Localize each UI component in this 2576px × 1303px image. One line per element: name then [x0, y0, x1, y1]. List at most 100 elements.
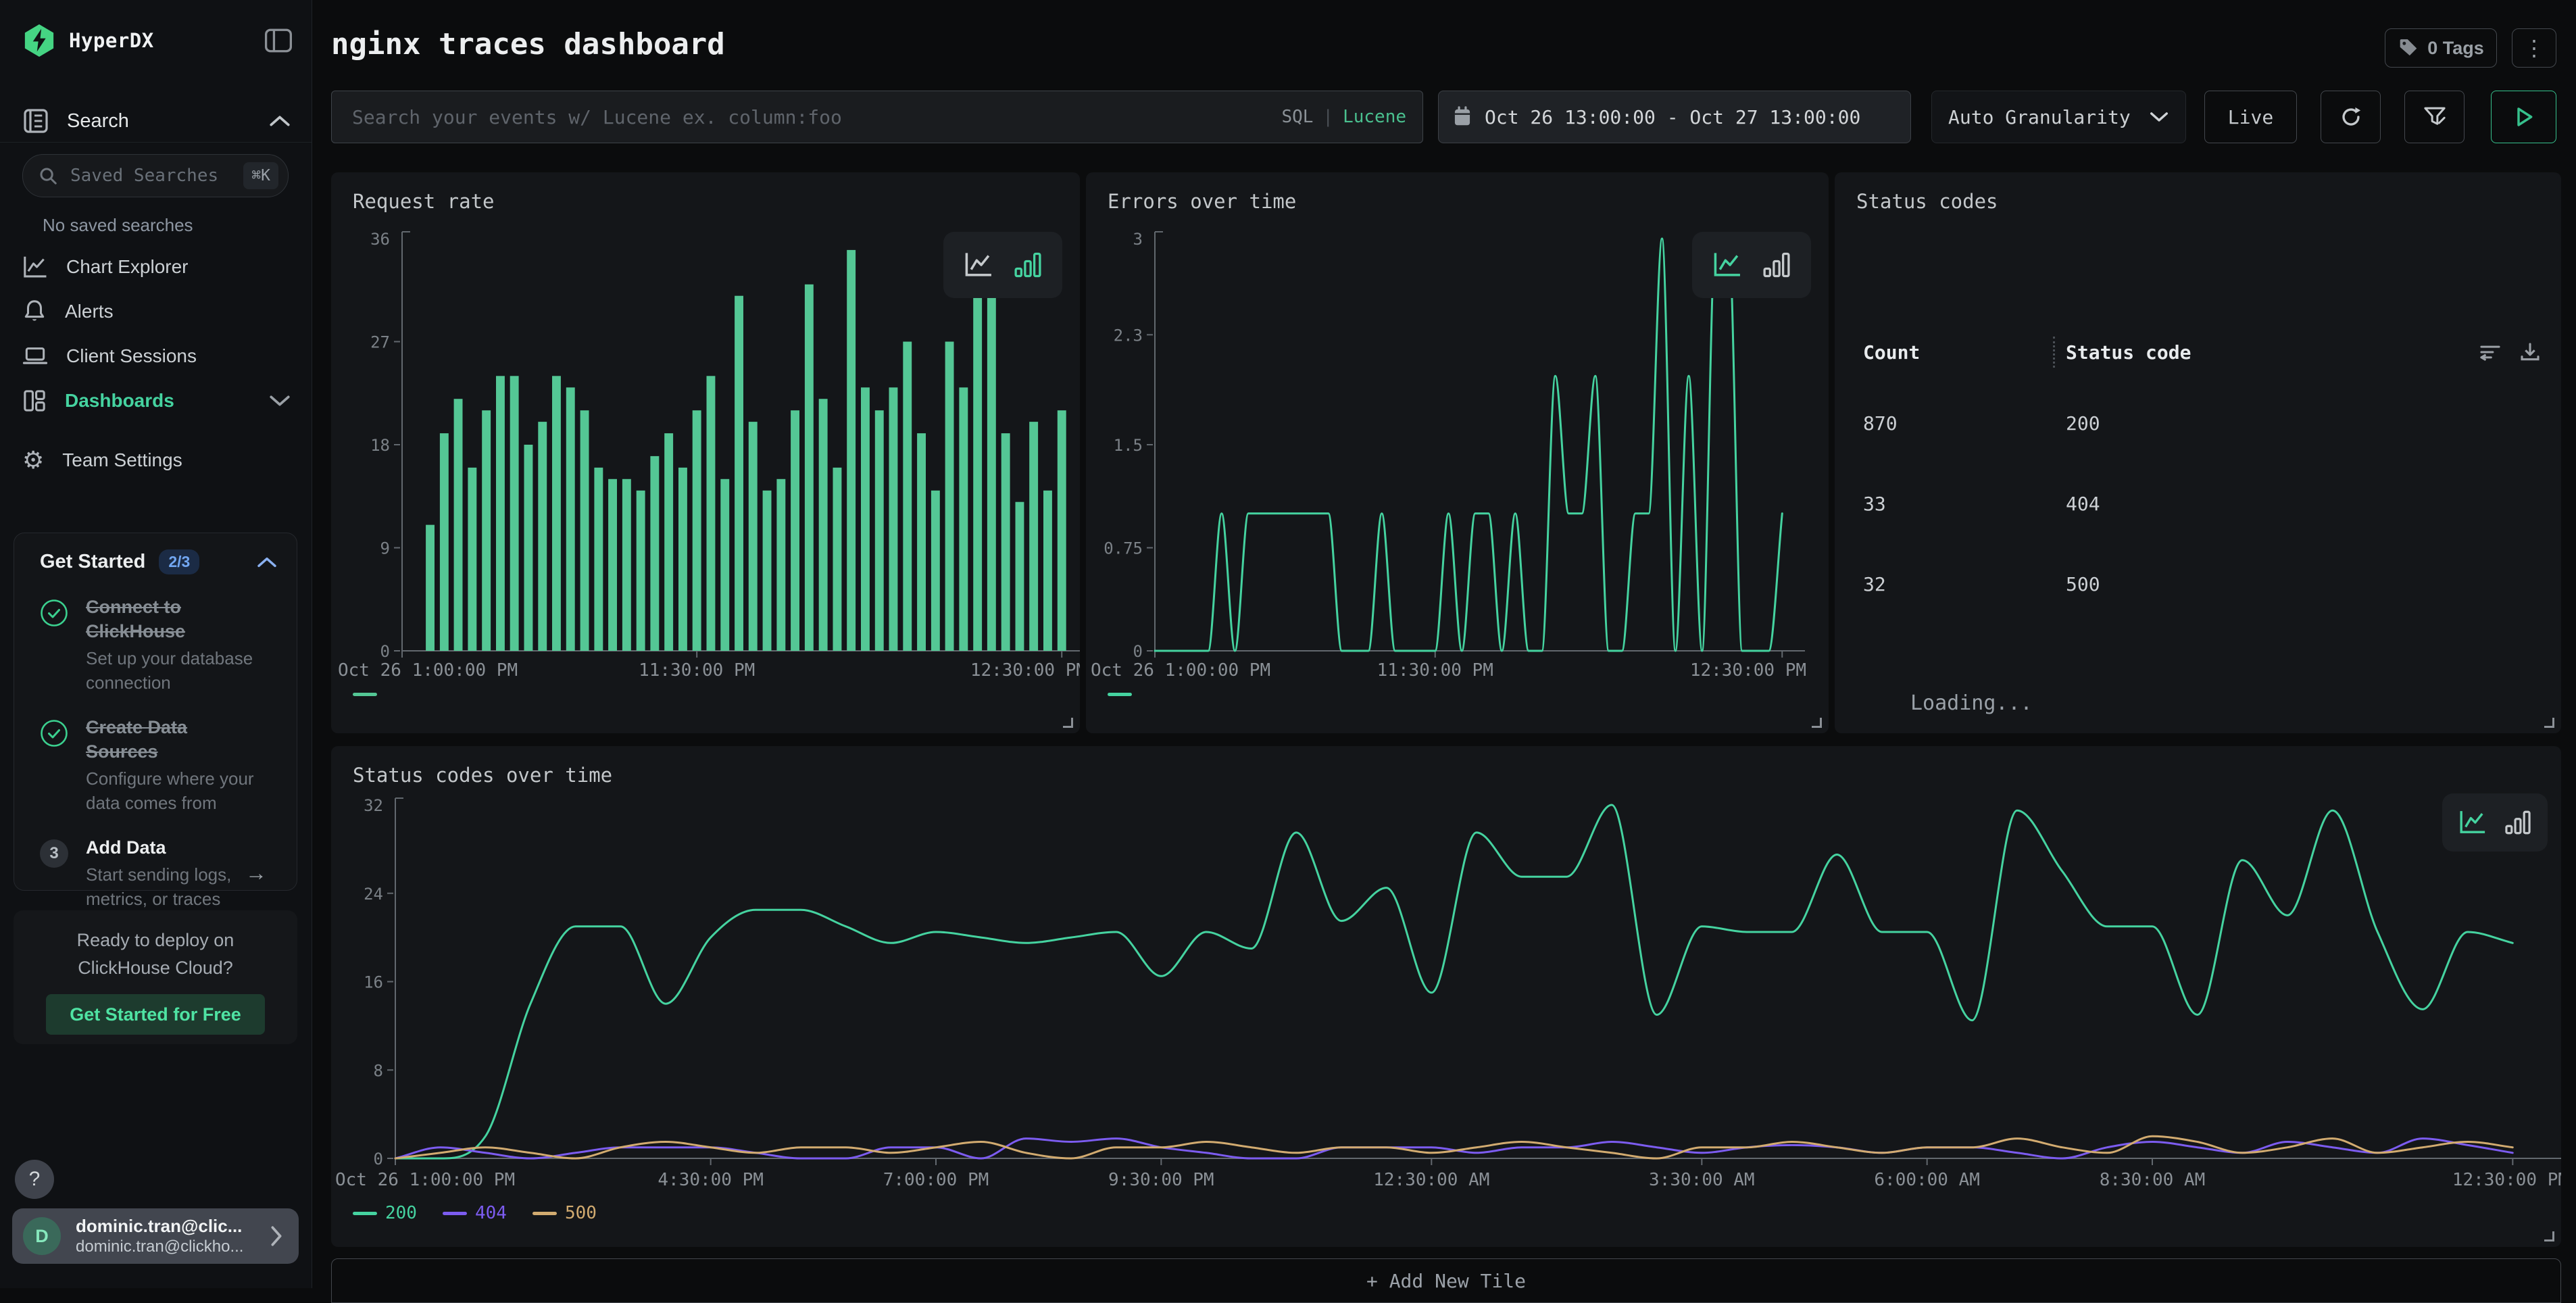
time-range-picker[interactable]: Oct 26 13:00:00 - Oct 27 13:00:00 — [1438, 91, 1911, 143]
bar-chart-toggle-icon[interactable] — [1762, 251, 1791, 279]
svg-text:12:30:00 PM: 12:30:00 PM — [2452, 1170, 2561, 1190]
svg-text:8:30:00 AM: 8:30:00 AM — [2100, 1170, 2206, 1190]
cell-status-code: 404 — [2066, 493, 2100, 515]
brand-row: HyperDX — [22, 24, 293, 57]
filter-button[interactable] — [2404, 91, 2464, 143]
chart-type-toolbar — [2442, 793, 2548, 852]
svg-text:8: 8 — [374, 1061, 383, 1080]
user-name: dominic.tran@clic... — [76, 1215, 269, 1237]
chart-type-toolbar — [1692, 232, 1811, 298]
download-icon[interactable] — [2519, 341, 2541, 363]
bar-chart-toggle-icon[interactable] — [1013, 251, 1043, 279]
svg-text:7:00:00 PM: 7:00:00 PM — [883, 1170, 989, 1190]
run-query-button[interactable] — [2491, 91, 2556, 143]
search-icon — [38, 166, 58, 186]
saved-searches-box[interactable]: ⌘K — [22, 154, 289, 197]
cell-count: 870 — [1863, 412, 2066, 435]
lucene-toggle[interactable]: Lucene — [1343, 107, 1406, 127]
refresh-icon — [2339, 105, 2363, 129]
get-started-step-datasources[interactable]: Create Data Sources Configure where your… — [33, 715, 278, 815]
calendar-icon — [1452, 106, 1472, 128]
svg-text:0: 0 — [1133, 642, 1143, 661]
get-started-step-connect[interactable]: Connect to ClickHouse Set up your databa… — [33, 595, 278, 695]
panel-status-codes: Status codes Count Status code 870200334… — [1835, 172, 2561, 733]
resize-handle[interactable] — [2544, 1231, 2554, 1241]
svg-text:11:30:00 PM: 11:30:00 PM — [1377, 660, 1493, 681]
chart-type-toolbar — [943, 232, 1062, 298]
svg-text:11:30:00 PM: 11:30:00 PM — [639, 660, 755, 681]
step-title: Create Data Sources — [86, 715, 247, 764]
legend-item-200[interactable]: 200 — [353, 1203, 417, 1223]
filter-edit-icon — [2423, 105, 2447, 129]
cell-count: 32 — [1863, 573, 2066, 595]
sidebar-item-label: Dashboards — [65, 390, 174, 412]
refresh-button[interactable] — [2321, 91, 2381, 143]
legend-item — [1108, 693, 1132, 696]
legend-dash — [443, 1212, 467, 1215]
legend-dash — [532, 1212, 557, 1215]
table-row[interactable]: 32500 — [1863, 544, 2541, 624]
get-started-header[interactable]: Get Started 2/3 — [33, 549, 278, 574]
panel-errors-over-time: Errors over time 32.31.50.750Oct 26 1:00… — [1086, 172, 1829, 733]
line-chart-icon — [22, 255, 48, 279]
svg-text:27: 27 — [370, 333, 390, 352]
help-button[interactable]: ? — [15, 1160, 54, 1199]
svg-text:4:30:00 PM: 4:30:00 PM — [658, 1170, 764, 1190]
svg-text:0: 0 — [380, 642, 390, 661]
chevron-right-icon — [269, 1225, 284, 1248]
collapse-sidebar-icon[interactable] — [264, 28, 293, 53]
check-circle-icon — [40, 599, 68, 627]
cell-status-code: 500 — [2066, 573, 2100, 595]
sidebar-item-team-settings[interactable]: ⚙ Team Settings — [0, 441, 312, 480]
table-row[interactable]: 33404 — [1863, 464, 2541, 544]
wrap-lines-icon[interactable] — [2479, 341, 2502, 363]
more-options-button[interactable]: ⋮ — [2512, 28, 2556, 68]
add-new-tile-button[interactable]: + Add New Tile — [331, 1258, 2561, 1303]
bar-chart-toggle-icon[interactable] — [2504, 809, 2532, 836]
column-separator[interactable] — [2053, 337, 2055, 368]
line-chart-toggle-icon[interactable] — [1712, 251, 1743, 279]
sidebar-item-label: Alerts — [65, 301, 114, 322]
sidebar-item-chart-explorer[interactable]: Chart Explorer — [0, 247, 312, 287]
event-search-box[interactable]: SQL | Lucene — [331, 91, 1423, 143]
event-search-input[interactable] — [351, 105, 1281, 129]
legend-item-404[interactable]: 404 — [443, 1203, 507, 1223]
live-button[interactable]: Live — [2204, 91, 2297, 143]
line-chart-toggle-icon[interactable] — [963, 251, 994, 279]
step-desc: Start sending logs, metrics, or traces — [86, 862, 256, 911]
clickhouse-cloud-promo: Ready to deploy on ClickHouse Cloud? Get… — [14, 910, 297, 1044]
get-started-step-add-data[interactable]: 3 Add Data Start sending logs, metrics, … — [33, 835, 278, 911]
panel-status-codes-over-time: Status codes over time 32241680Oct 26 1:… — [331, 746, 2561, 1247]
chevron-up-icon — [256, 556, 278, 569]
sidebar-item-client-sessions[interactable]: Client Sessions — [0, 337, 312, 376]
saved-searches-input[interactable] — [69, 165, 243, 187]
chevron-up-icon — [268, 114, 291, 128]
sidebar-item-dashboards[interactable]: Dashboards — [0, 381, 312, 420]
tag-icon — [2398, 37, 2419, 59]
step-title: Connect to ClickHouse — [86, 595, 247, 643]
sidebar-item-alerts[interactable]: Alerts — [0, 292, 312, 331]
tags-button[interactable]: 0 Tags — [2385, 28, 2497, 68]
granularity-select[interactable]: Auto Granularity — [1931, 91, 2186, 143]
svg-text:2.3: 2.3 — [1114, 326, 1143, 345]
legend-item — [353, 693, 377, 696]
sql-toggle[interactable]: SQL — [1281, 107, 1313, 127]
resize-handle[interactable] — [2544, 718, 2554, 728]
user-menu[interactable]: D dominic.tran@clic... dominic.tran@clic… — [12, 1208, 299, 1264]
user-email: dominic.tran@clickho... — [76, 1237, 269, 1257]
svg-text:36: 36 — [370, 230, 390, 249]
legend-item-500[interactable]: 500 — [532, 1203, 597, 1223]
table-row[interactable]: 870200 — [1863, 383, 2541, 464]
panel-title: Request rate — [353, 190, 495, 213]
resize-handle[interactable] — [1063, 718, 1073, 728]
svg-text:12:30:00 AM: 12:30:00 AM — [1373, 1170, 1489, 1190]
get-started-free-button[interactable]: Get Started for Free — [46, 994, 265, 1035]
loading-text: Loading... — [1910, 691, 2033, 715]
resize-handle[interactable] — [1812, 718, 1822, 728]
sidebar-item-search[interactable]: Search — [22, 104, 291, 138]
main-content: nginx traces dashboard 0 Tags ⋮ SQL | Lu… — [312, 0, 2576, 1288]
svg-text:12:30:00 PM: 12:30:00 PM — [1690, 660, 1806, 681]
svg-text:0: 0 — [374, 1150, 383, 1169]
column-header-status-code: Status code — [2066, 341, 2191, 364]
line-chart-toggle-icon[interactable] — [2458, 809, 2487, 836]
